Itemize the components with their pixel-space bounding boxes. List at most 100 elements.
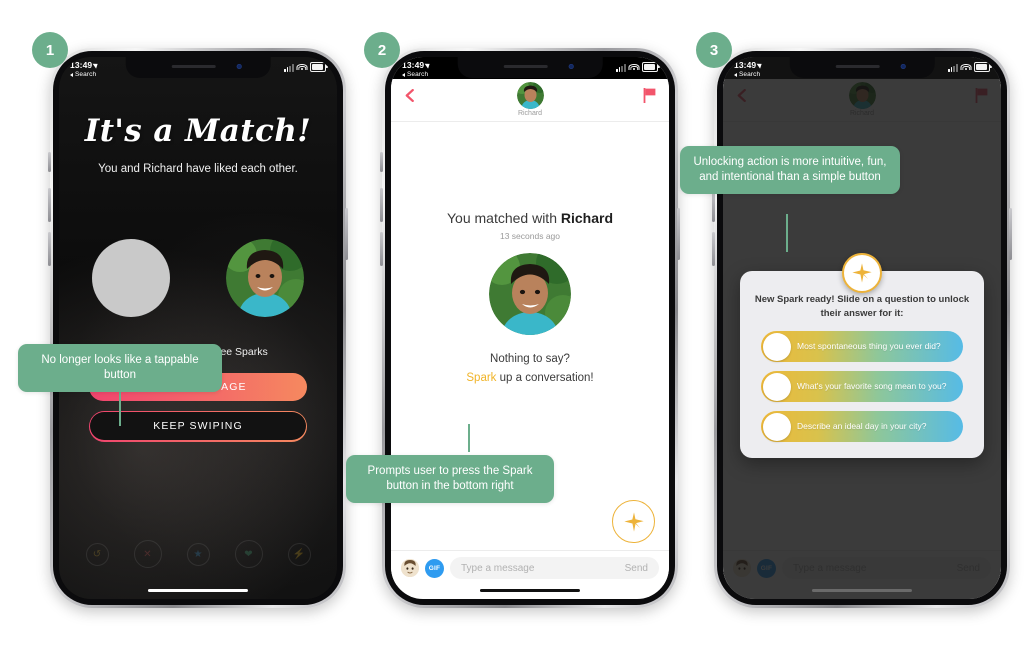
chat-header-profile[interactable]: Richard bbox=[391, 82, 669, 117]
back-triangle-icon bbox=[402, 72, 405, 77]
phone-1-volume-up[interactable] bbox=[48, 188, 51, 222]
richard-avatar[interactable] bbox=[226, 239, 304, 317]
matched-prefix: You matched with bbox=[446, 210, 561, 226]
status-time: 13:49 bbox=[402, 60, 432, 70]
phone-3-status-bar: 13:49 Search bbox=[723, 57, 1001, 87]
message-text-field[interactable]: Type a message Send bbox=[450, 557, 659, 579]
status-time-label: 13:49 bbox=[70, 60, 93, 70]
back-to-search-link[interactable]: Search bbox=[734, 71, 760, 78]
message-placeholder: Type a message bbox=[461, 562, 535, 574]
phone-1-screen: 13:49 Search It's a Match! You and Richa… bbox=[59, 57, 337, 599]
step-badge-3: 3 bbox=[696, 32, 732, 68]
keep-swiping-button[interactable]: KEEP SWIPING bbox=[89, 411, 307, 442]
callout-3-leader-line bbox=[786, 214, 788, 252]
status-time: 13:49 bbox=[70, 60, 100, 70]
phone-3-screen: Richard bbox=[723, 57, 1001, 599]
phone-3-volume-down[interactable] bbox=[712, 232, 715, 266]
phone-3: Richard bbox=[712, 48, 1012, 608]
earpiece-speaker bbox=[503, 65, 548, 68]
its-a-match-screen: 13:49 Search It's a Match! You and Richa… bbox=[59, 57, 337, 599]
status-time-label: 13:49 bbox=[734, 60, 757, 70]
placeholder-avatar bbox=[92, 239, 170, 317]
front-camera bbox=[236, 64, 242, 69]
gif-button[interactable]: GIF bbox=[425, 558, 444, 578]
phone-2-volume-down[interactable] bbox=[380, 232, 383, 266]
phone-1-notch bbox=[125, 57, 271, 78]
slide-knob[interactable] bbox=[762, 372, 791, 401]
status-time-label: 13:49 bbox=[402, 60, 425, 70]
phone-2-notch bbox=[457, 57, 603, 78]
location-arrow-icon bbox=[756, 61, 764, 69]
spark-starburst-icon bbox=[852, 263, 872, 283]
nope-icon[interactable]: ✕ bbox=[133, 540, 162, 568]
spark-starburst-icon bbox=[623, 511, 644, 532]
phone-2-screen: 13:49 Search Richard You matched with Ri… bbox=[391, 57, 669, 599]
matched-headline: You matched with Richard bbox=[391, 210, 669, 226]
boost-icon[interactable]: ⚡ bbox=[287, 542, 311, 566]
battery-icon bbox=[974, 62, 992, 72]
spark-button[interactable] bbox=[612, 500, 655, 543]
chat-screen-dimmed: Richard bbox=[723, 57, 1001, 599]
spark-question-label: Describe an ideal day in your city? bbox=[797, 421, 927, 431]
back-to-search-link[interactable]: Search bbox=[402, 71, 428, 78]
phone-1-mute-switch[interactable] bbox=[48, 152, 51, 172]
phone-1-volume-down[interactable] bbox=[48, 232, 51, 266]
slide-knob[interactable] bbox=[762, 332, 791, 361]
location-arrow-icon bbox=[92, 61, 100, 69]
like-icon[interactable]: ❤ bbox=[234, 540, 263, 568]
send-button[interactable]: Send bbox=[625, 563, 648, 574]
wifi-icon bbox=[296, 63, 308, 72]
phone-1-power-button[interactable] bbox=[345, 208, 348, 260]
back-triangle-icon bbox=[70, 72, 73, 77]
status-indicators bbox=[947, 62, 992, 72]
cellular-signal-icon bbox=[283, 64, 294, 72]
phone-1: 13:49 Search It's a Match! You and Richa… bbox=[48, 48, 348, 608]
match-title: It's a Match! bbox=[84, 113, 312, 149]
battery-icon bbox=[310, 62, 328, 72]
back-label: Search bbox=[739, 71, 761, 78]
spark-question-label: What's your favorite song mean to you? bbox=[797, 381, 947, 391]
memoji-avatar-icon[interactable] bbox=[401, 559, 419, 577]
swipe-actions-bar: ↺ ✕ ★ ❤ ⚡ bbox=[73, 540, 323, 568]
back-to-search-link[interactable]: Search bbox=[70, 71, 96, 78]
front-camera bbox=[568, 64, 574, 69]
spark-word[interactable]: Spark bbox=[466, 372, 496, 384]
phone-2: 13:49 Search Richard You matched with Ri… bbox=[380, 48, 680, 608]
message-input-bar: GIF Type a message Send bbox=[391, 550, 669, 585]
match-subtitle: You and Richard have liked each other. bbox=[98, 163, 298, 175]
spark-badge-icon-wrapper bbox=[842, 253, 882, 293]
phone-2-volume-up[interactable] bbox=[380, 188, 383, 222]
spark-question-pill[interactable]: Describe an ideal day in your city? bbox=[761, 411, 963, 442]
cellular-signal-icon bbox=[615, 64, 626, 72]
matched-name: Richard bbox=[560, 210, 613, 226]
chat-screen: 13:49 Search Richard You matched with Ri… bbox=[391, 57, 669, 599]
match-timestamp: 13 seconds ago bbox=[499, 231, 561, 241]
spark-question-label: Most spontaneous thing you ever did? bbox=[797, 341, 941, 351]
earpiece-speaker bbox=[171, 65, 216, 68]
annotated-screens-stage: 13:49 Search It's a Match! You and Richa… bbox=[0, 0, 1024, 658]
spark-rest: up a conversation! bbox=[496, 372, 594, 384]
location-arrow-icon bbox=[424, 61, 432, 69]
cellular-signal-icon bbox=[947, 64, 958, 72]
step-badge-2: 2 bbox=[364, 32, 400, 68]
spark-question-pill[interactable]: Most spontaneous thing you ever did? bbox=[761, 331, 963, 362]
report-flag-icon[interactable] bbox=[643, 88, 656, 103]
empty-state-line-1: Nothing to say? bbox=[490, 353, 570, 365]
back-label: Search bbox=[75, 71, 97, 78]
callout-1-leader-line bbox=[119, 386, 121, 426]
phone-1-home-indicator bbox=[147, 588, 249, 592]
rewind-icon[interactable]: ↺ bbox=[85, 542, 109, 566]
wifi-icon bbox=[628, 63, 640, 72]
richard-avatar-large[interactable] bbox=[489, 253, 571, 335]
callout-2-leader-line bbox=[468, 424, 470, 452]
phone-2-mute-switch[interactable] bbox=[380, 152, 383, 172]
phone-2-power-button[interactable] bbox=[677, 208, 680, 260]
phone-3-power-button[interactable] bbox=[1009, 208, 1012, 260]
match-avatars bbox=[59, 239, 337, 319]
callout-1: No longer looks like a tappable button bbox=[18, 344, 222, 392]
superlike-icon[interactable]: ★ bbox=[186, 542, 210, 566]
slide-knob[interactable] bbox=[762, 412, 791, 441]
spark-question-pill[interactable]: What's your favorite song mean to you? bbox=[761, 371, 963, 402]
back-triangle-icon bbox=[734, 72, 737, 77]
status-time: 13:49 bbox=[734, 60, 764, 70]
